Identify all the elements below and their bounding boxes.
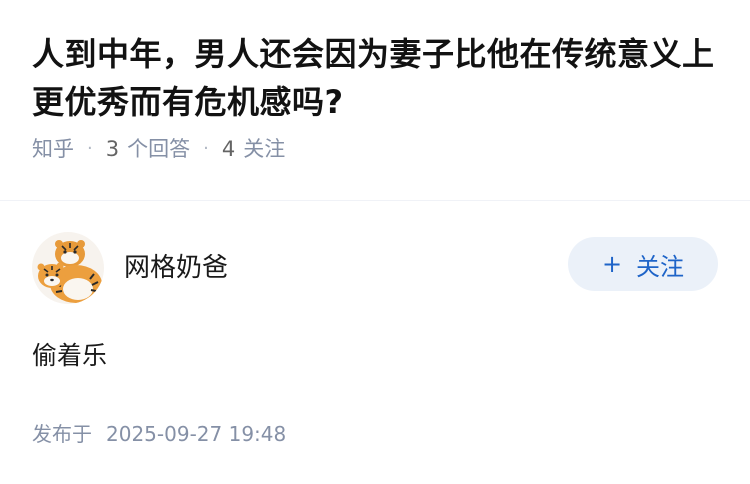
follower-count-number: 4 xyxy=(221,137,236,161)
question-meta: 知乎 · 3 个回答 · 4 关注 xyxy=(32,132,718,164)
meta-separator: · xyxy=(87,137,93,159)
plus-icon: + xyxy=(601,250,623,278)
answer-count-label: 个回答 xyxy=(127,137,191,161)
page: 人到中年，男人还会因为妻子比他在传统意义上更优秀而有危机感吗? 知乎 · 3 个回… xyxy=(0,0,750,484)
follower-count[interactable]: 4 关注 xyxy=(222,133,285,163)
meta-separator: · xyxy=(203,137,209,159)
avatar[interactable] xyxy=(32,232,104,304)
follower-count-label: 关注 xyxy=(243,137,286,161)
publish-date: 2025-09-27 19:48 xyxy=(106,422,287,446)
answer-card: 网格奶爸 + 关注 偷着乐 发布于 2025-09-27 19:48 xyxy=(32,232,718,447)
question-header: 人到中年，男人还会因为妻子比他在传统意义上更优秀而有危机感吗? 知乎 · 3 个回… xyxy=(0,0,750,164)
answer-count-number: 3 xyxy=(105,137,120,161)
follow-button-label: 关注 xyxy=(636,252,685,281)
question-title[interactable]: 人到中年，男人还会因为妻子比他在传统意义上更优秀而有危机感吗? xyxy=(32,30,718,126)
divider xyxy=(0,200,750,201)
publish-info: 发布于 2025-09-27 19:48 xyxy=(32,418,718,447)
source-label[interactable]: 知乎 xyxy=(32,133,74,163)
tiger-avatar-icon xyxy=(32,232,104,304)
publish-prefix: 发布于 xyxy=(32,422,92,446)
answer-content[interactable]: 偷着乐 xyxy=(32,336,718,376)
author-name[interactable]: 网格奶爸 xyxy=(124,247,568,284)
follow-button[interactable]: + 关注 xyxy=(568,237,718,291)
author-row: 网格奶爸 + 关注 xyxy=(32,232,718,304)
answer-count[interactable]: 3 个回答 xyxy=(106,133,190,163)
